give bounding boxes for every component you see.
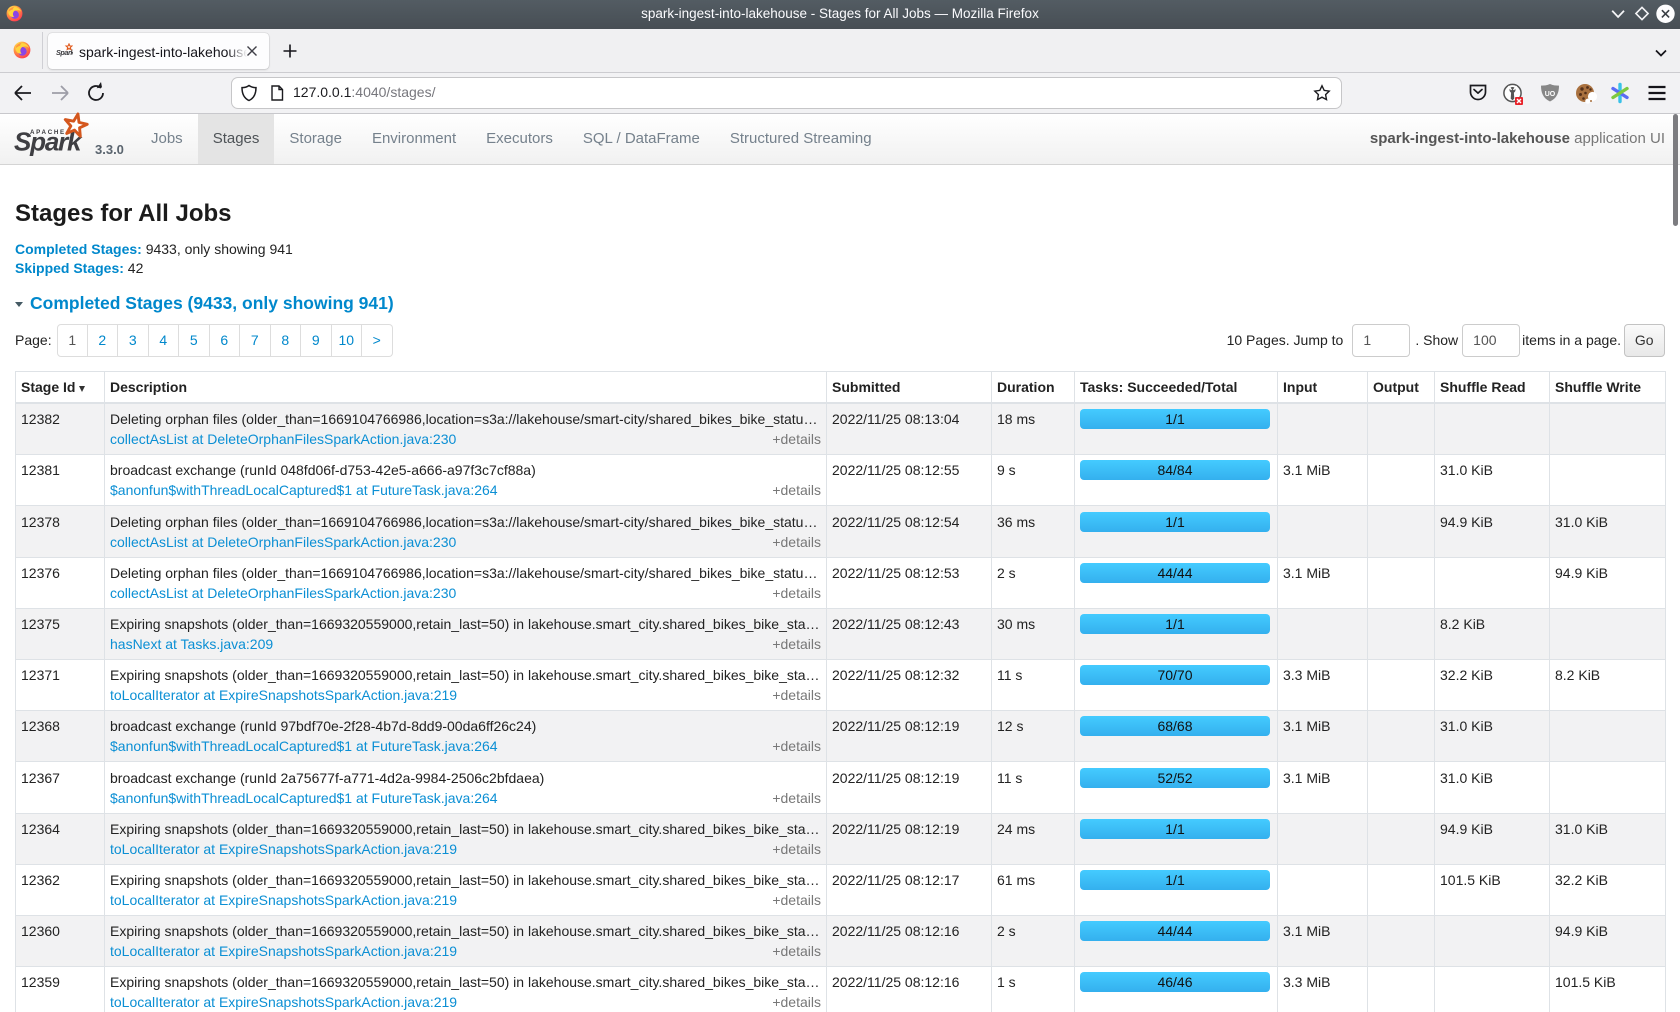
svg-text:UO: UO: [1545, 91, 1556, 98]
